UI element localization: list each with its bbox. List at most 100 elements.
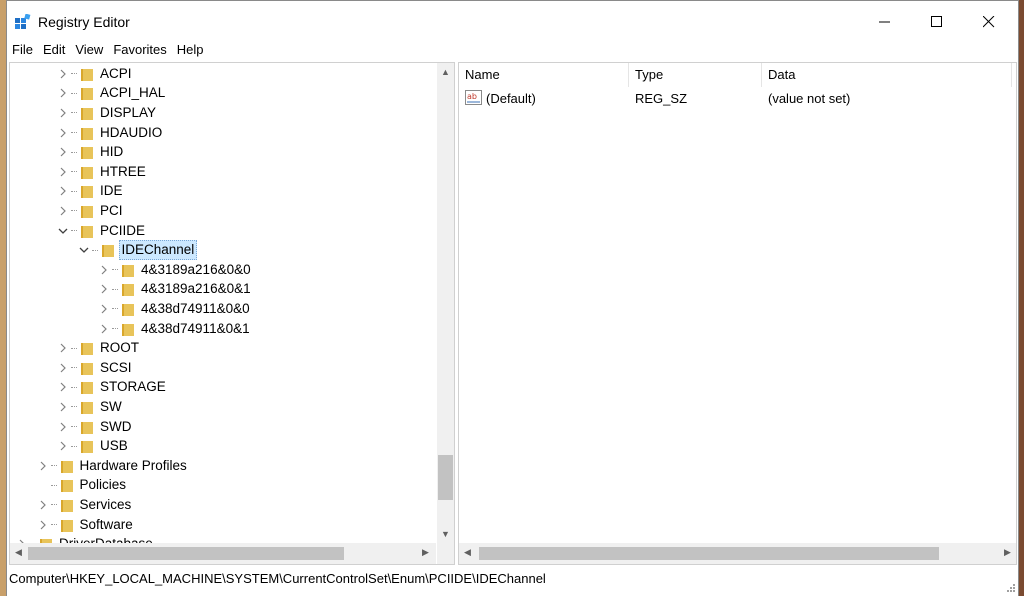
key-tree-pane[interactable]: ACPI ACPI_HAL DISPLAY HDAUDIO HID HTREE IDE PCI…: [9, 62, 455, 565]
chevron-right-icon[interactable]: [98, 264, 110, 276]
tree-node[interactable]: HTREE: [57, 162, 148, 182]
title-bar[interactable]: Registry Editor: [7, 1, 1018, 43]
chevron-right-icon[interactable]: [37, 519, 49, 531]
folder-icon: [80, 165, 93, 179]
scroll-right-icon[interactable]: ▶: [417, 547, 434, 558]
tree-node-label: 4&3189a216&0&0: [141, 261, 251, 277]
tree-node[interactable]: DriverDatabase: [16, 534, 155, 543]
scroll-right-icon[interactable]: ▶: [999, 547, 1016, 558]
tree-node[interactable]: SCSI: [57, 358, 134, 378]
tree-node[interactable]: 4&3189a216&0&1: [98, 280, 253, 300]
scrollbar-corner: [437, 543, 454, 564]
tree-node[interactable]: USB: [57, 436, 130, 456]
tree-node-label: IDEChannel: [118, 240, 198, 261]
column-header-name[interactable]: Name: [459, 63, 629, 87]
folder-icon: [80, 204, 93, 218]
tree-vertical-scroll-thumb[interactable]: [438, 455, 453, 500]
chevron-right-icon[interactable]: [57, 166, 69, 178]
tree-connector: [112, 288, 118, 290]
tree-connector: [112, 308, 118, 310]
chevron-right-icon[interactable]: [98, 283, 110, 295]
list-horizontal-scrollbar[interactable]: ◀ ▶: [459, 543, 1016, 564]
tree-node[interactable]: HID: [57, 142, 125, 162]
chevron-right-icon[interactable]: [98, 323, 110, 335]
menu-file[interactable]: File: [7, 41, 38, 61]
tree-node[interactable]: 4&38d74911&0&0: [98, 299, 252, 319]
chevron-right-icon[interactable]: [57, 68, 69, 80]
column-header-type[interactable]: Type: [629, 63, 762, 87]
chevron-right-icon[interactable]: [57, 342, 69, 354]
tree-node[interactable]: PCIIDE: [57, 221, 147, 241]
chevron-down-icon[interactable]: [57, 225, 69, 237]
chevron-right-icon[interactable]: [57, 381, 69, 393]
menu-view[interactable]: View: [70, 41, 108, 61]
chevron-right-icon[interactable]: [57, 146, 69, 158]
chevron-right-icon[interactable]: [57, 127, 69, 139]
menu-edit[interactable]: Edit: [38, 41, 70, 61]
registry-editor-window: Registry Editor File Edit View Favorites Hel…: [6, 0, 1019, 596]
tree-connector: [91, 249, 98, 251]
scroll-left-icon[interactable]: ◀: [459, 547, 476, 558]
chevron-right-icon[interactable]: [57, 440, 69, 452]
tree-node[interactable]: ACPI: [57, 64, 134, 84]
chevron-right-icon[interactable]: [57, 421, 69, 433]
tree-node[interactable]: Services: [37, 495, 134, 515]
chevron-right-icon[interactable]: [57, 205, 69, 217]
tree-vertical-scrollbar[interactable]: ▲ ▼: [437, 63, 454, 543]
tree-horizontal-scrollbar[interactable]: ◀ ▶: [10, 543, 436, 564]
tree-node-label: IDE: [100, 183, 123, 199]
tree-node[interactable]: DISPLAY: [57, 103, 158, 123]
registry-key-tree[interactable]: ACPI ACPI_HAL DISPLAY HDAUDIO HID HTREE IDE PCI…: [10, 63, 436, 543]
folder-icon: [80, 420, 93, 434]
chevron-right-icon[interactable]: [98, 303, 110, 315]
tree-node[interactable]: Policies: [37, 476, 129, 496]
scroll-up-icon[interactable]: ▲: [437, 67, 454, 77]
tree-node[interactable]: IDEChannel: [78, 240, 198, 261]
chevron-down-icon[interactable]: [78, 244, 90, 256]
tree-node[interactable]: SW: [57, 397, 124, 417]
tree-horizontal-scroll-thumb[interactable]: [28, 547, 344, 560]
folder-icon: [80, 184, 93, 199]
registry-editor-icon: [15, 14, 31, 29]
tree-node[interactable]: STORAGE: [57, 378, 168, 398]
list-horizontal-scroll-thumb[interactable]: [479, 547, 939, 560]
tree-node[interactable]: ACPI_HAL: [57, 84, 167, 104]
tree-connector: [71, 171, 77, 173]
values-list-pane[interactable]: Name Type Data ab (Default) REG_SZ (valu…: [458, 62, 1017, 565]
folder-icon: [80, 361, 93, 375]
tree-node[interactable]: Software: [37, 515, 135, 535]
chevron-right-icon[interactable]: [37, 460, 49, 472]
tree-node[interactable]: SWD: [57, 417, 134, 437]
tree-node-label: Hardware Profiles: [79, 457, 187, 473]
scroll-left-icon[interactable]: ◀: [10, 547, 27, 558]
tree-node[interactable]: HDAUDIO: [57, 123, 164, 143]
value-type: REG_SZ: [635, 90, 688, 106]
tree-node[interactable]: IDE: [57, 182, 125, 202]
chevron-right-icon[interactable]: [57, 401, 69, 413]
tree-node[interactable]: 4&3189a216&0&0: [98, 260, 253, 280]
scroll-down-icon[interactable]: ▼: [437, 529, 454, 539]
chevron-right-icon[interactable]: [57, 107, 69, 119]
tree-node[interactable]: PCI: [57, 201, 125, 221]
menu-favorites[interactable]: Favorites: [108, 41, 171, 61]
tree-node[interactable]: Hardware Profiles: [37, 456, 189, 476]
chevron-right-icon[interactable]: [37, 499, 49, 511]
tree-connector: [50, 465, 57, 467]
folder-icon: [60, 498, 73, 512]
column-header-data[interactable]: Data: [762, 63, 1012, 87]
chevron-right-icon[interactable]: [57, 185, 69, 197]
close-button[interactable]: [963, 1, 1015, 43]
size-grip-icon[interactable]: [1004, 581, 1016, 593]
chevron-right-icon[interactable]: [57, 87, 69, 99]
list-item[interactable]: ab (Default) REG_SZ (value not set): [459, 87, 1012, 109]
menu-help[interactable]: Help: [172, 41, 209, 61]
chevron-right-icon[interactable]: [57, 362, 69, 374]
tree-connector: [71, 426, 77, 428]
folder-icon: [121, 302, 134, 316]
tree-node[interactable]: 4&38d74911&0&1: [98, 319, 252, 339]
maximize-button[interactable]: [911, 1, 963, 43]
tree-node[interactable]: ROOT: [57, 338, 141, 358]
minimize-button[interactable]: [859, 1, 911, 43]
tree-connector: [50, 524, 57, 526]
